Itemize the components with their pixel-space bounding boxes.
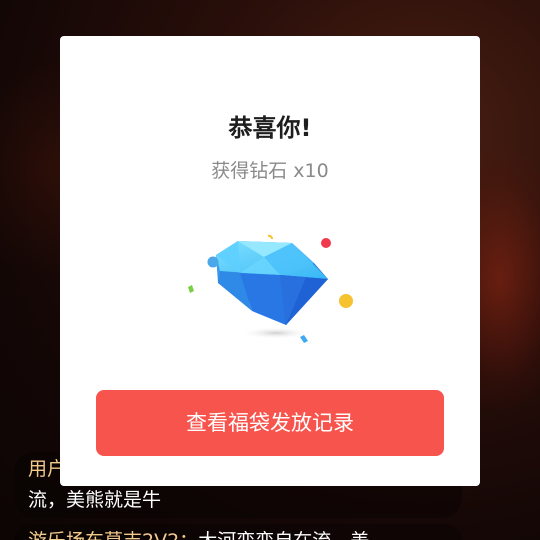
chat-message[interactable]: 游乐场车莫吉2V2：大河变变自在流，美 <box>14 524 462 540</box>
chat-text: 大河变变自在流，美 <box>198 530 369 540</box>
chat-text: 流，美熊就是牛 <box>28 489 162 511</box>
live-room-background: 用户 流，美熊就是牛 游乐场车莫吉2V2：大河变变自在流，美 恭喜你! 获得钻石… <box>0 0 540 540</box>
reward-amount-text: 获得钻石 x10 <box>211 160 329 182</box>
view-lucky-bag-records-button[interactable]: 查看福袋发放记录 <box>96 390 444 456</box>
diamond-icon <box>180 193 360 373</box>
reward-dialog: 恭喜你! 获得钻石 x10 查看福袋发放记录 <box>60 36 480 486</box>
chat-username[interactable]: 游乐场车莫吉2V2： <box>28 530 198 540</box>
dialog-title: 恭喜你! <box>228 114 312 142</box>
